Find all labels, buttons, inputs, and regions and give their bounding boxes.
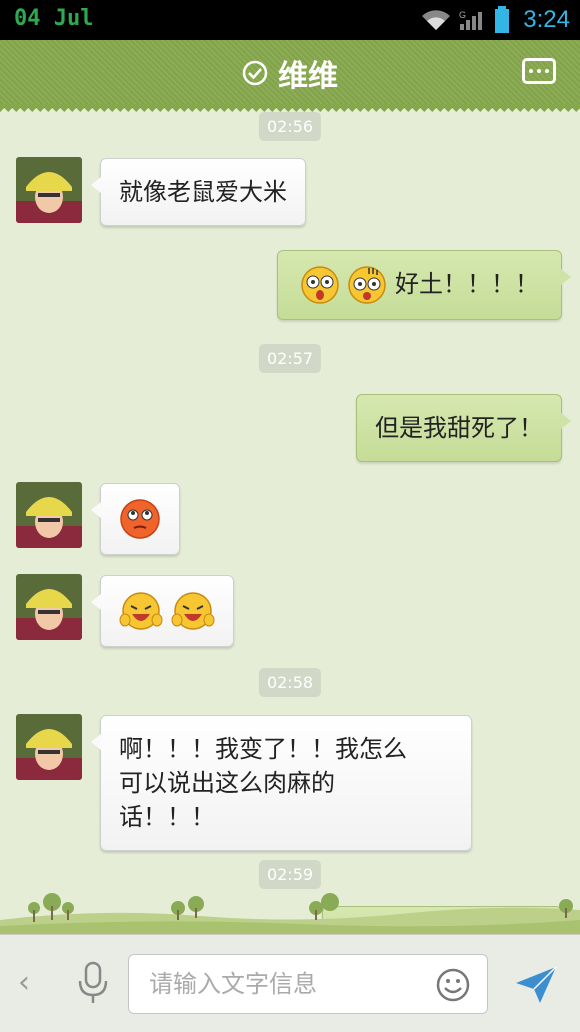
message-line: 可以说出这么肉麻的	[119, 769, 335, 797]
chat-title: 维维	[278, 59, 338, 94]
avatar[interactable]	[16, 482, 82, 548]
battery-icon	[495, 6, 509, 33]
smiley-icon[interactable]	[435, 967, 471, 1003]
status-time: 3:24	[523, 6, 570, 33]
message-text: 但是我甜死了！	[375, 414, 543, 442]
avatar[interactable]	[16, 714, 82, 780]
avatar[interactable]	[16, 574, 82, 640]
message-input[interactable]	[147, 955, 431, 1013]
svg-text:G: G	[459, 10, 466, 20]
status-bar: 04 Jul G 3:24	[0, 0, 580, 40]
online-check-icon	[242, 60, 268, 86]
message-bubble-left[interactable]: 啊！！！我变了！！我怎么 可以说出这么肉麻的 话！！！	[91, 715, 472, 851]
more-button[interactable]	[522, 58, 556, 84]
message-bubble-right[interactable]: 好土！！！！	[276, 250, 572, 320]
more-icon	[529, 69, 533, 73]
input-bar: ‹	[0, 934, 580, 1032]
message-line: 啊！！！我变了！！我怎么	[119, 735, 407, 763]
message-line: 话！！！	[119, 803, 215, 831]
laughing-face-icon	[119, 592, 163, 630]
message-input-box	[128, 954, 488, 1014]
rolling-eyes-face-icon	[120, 499, 160, 539]
timestamp: 02:56	[258, 112, 322, 141]
status-date: 04 Jul	[14, 6, 94, 31]
message-text: 就像老鼠爱大米	[119, 178, 287, 206]
signal-icon: G	[459, 10, 482, 30]
send-icon[interactable]	[514, 963, 558, 1007]
message-text: 好土！！！！	[395, 270, 539, 298]
timestamp: 02:58	[258, 668, 322, 697]
title-wrap: 维维	[0, 40, 580, 106]
title-bar: 维维	[0, 40, 580, 112]
message-bubble-left[interactable]	[91, 575, 234, 647]
laughing-face-icon	[171, 592, 215, 630]
message-bubble-left[interactable]	[91, 483, 180, 555]
landscape-decoration	[0, 893, 580, 936]
wifi-icon	[422, 10, 450, 30]
chevron-left-icon[interactable]: ‹	[18, 965, 30, 1000]
avatar[interactable]	[16, 157, 82, 223]
timestamp: 02:57	[258, 344, 322, 373]
shocked-face-icon	[348, 266, 387, 304]
chat-area[interactable]: 02:56 就像老鼠爱大米 好土！！！！ 02:57 但是我甜死了！ 02:58…	[0, 106, 580, 934]
message-bubble-right[interactable]: 但是我甜死了！	[356, 394, 571, 462]
microphone-icon[interactable]	[76, 961, 110, 1005]
message-bubble-left[interactable]: 就像老鼠爱大米	[91, 158, 306, 226]
shocked-face-icon	[300, 266, 339, 304]
